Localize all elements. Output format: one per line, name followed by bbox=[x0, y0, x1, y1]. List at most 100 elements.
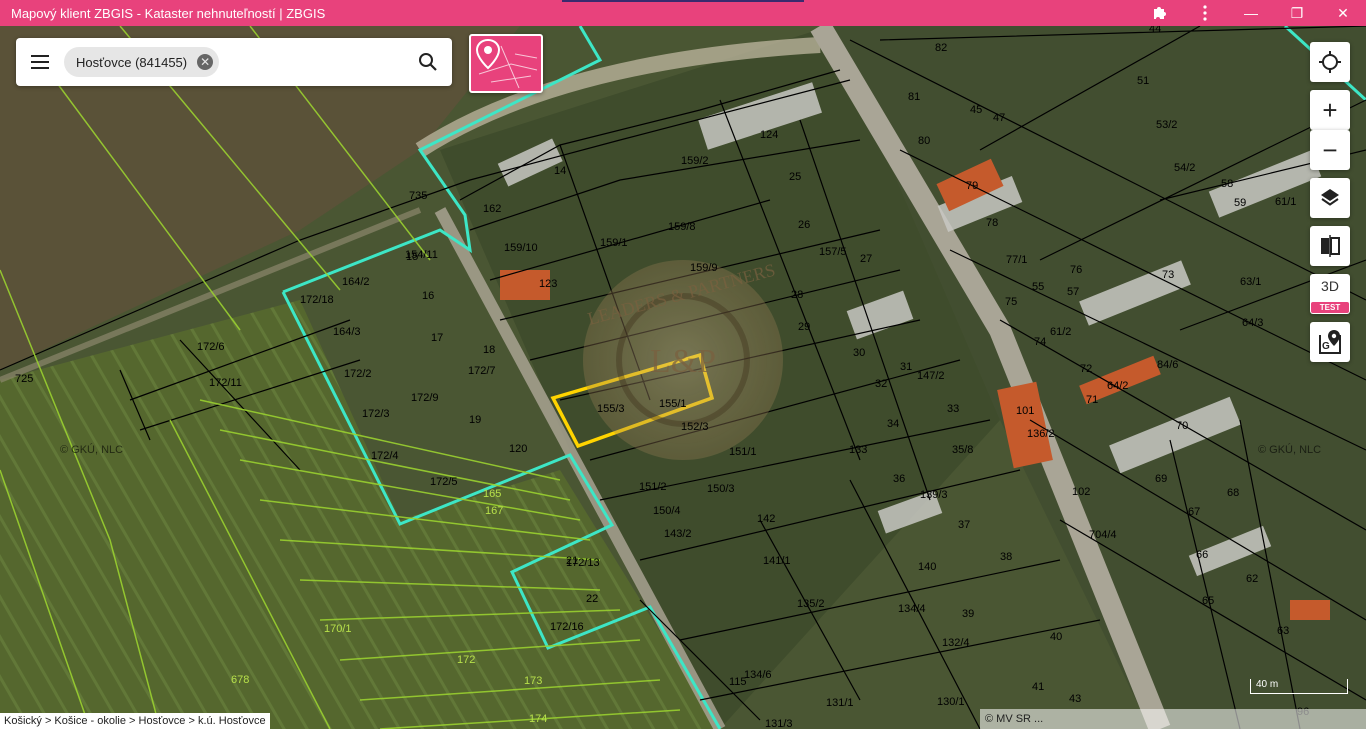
hamburger-icon[interactable] bbox=[16, 38, 64, 86]
parcel-label: 130/1 bbox=[937, 696, 965, 708]
parcel-label: 133 bbox=[849, 444, 867, 456]
parcel-label: 735 bbox=[409, 190, 427, 202]
parcel-label: 14 bbox=[554, 165, 566, 177]
parcel-label: 172/16 bbox=[550, 621, 584, 633]
parcel-label: 39 bbox=[962, 608, 974, 620]
parcel-label: 172/18 bbox=[300, 294, 334, 306]
parcel-label: 67 bbox=[1188, 506, 1200, 518]
attribution-watermark: © GKÚ, NLC bbox=[1258, 443, 1321, 456]
parcel-label: 80 bbox=[918, 135, 930, 147]
parcel-label: 79 bbox=[966, 180, 978, 192]
parcel-label: 123 bbox=[539, 278, 557, 290]
parcel-label: 34 bbox=[887, 418, 899, 430]
test-badge: TEST bbox=[1311, 302, 1349, 313]
parcel-label: 77/1 bbox=[1006, 254, 1027, 266]
parcel-label: 58 bbox=[1221, 178, 1233, 190]
minimize-button[interactable]: — bbox=[1228, 0, 1274, 26]
parcel-label: 30 bbox=[853, 347, 865, 359]
map-svg: L&P LEADERS & PARTNERS 725 735 162 159/1… bbox=[0, 26, 1366, 729]
parcel-label: 61/2 bbox=[1050, 326, 1071, 338]
parcel-label: 136/2 bbox=[1027, 428, 1055, 440]
parcel-label: 45 bbox=[970, 104, 982, 116]
parcel-label: 141/1 bbox=[763, 555, 791, 567]
location-chip[interactable]: Hosťovce (841455) ✕ bbox=[64, 47, 220, 77]
location-chip-label: Hosťovce (841455) bbox=[76, 54, 188, 70]
parcel-label: 150/3 bbox=[707, 483, 735, 495]
parcel-label: 19 bbox=[469, 414, 481, 426]
parcel-label: 17 bbox=[431, 332, 443, 344]
search-icon[interactable] bbox=[414, 48, 442, 76]
parcel-label: 159/10 bbox=[504, 242, 538, 254]
parcel-label: 63/1 bbox=[1240, 276, 1261, 288]
parcel-label: 63 bbox=[1277, 625, 1289, 637]
maximize-button[interactable]: ❐ bbox=[1274, 0, 1320, 26]
parcel-label: 131/3 bbox=[765, 718, 793, 729]
parcel-label: 75 bbox=[1005, 296, 1017, 308]
parcel-label: 151/2 bbox=[639, 481, 667, 493]
parcel-label: 65 bbox=[1202, 595, 1214, 607]
parcel-label: 152/3 bbox=[681, 421, 709, 433]
parcel-label: 164/3 bbox=[333, 326, 361, 338]
scale-bar: 40 m bbox=[1250, 679, 1348, 694]
parcel-label: 172/3 bbox=[362, 408, 390, 420]
attribution-watermark: © GKÚ, NLC bbox=[60, 443, 123, 456]
parcel-label: 132/4 bbox=[942, 637, 970, 649]
parcel-label: 43 bbox=[1069, 693, 1081, 705]
crosshair-icon bbox=[1319, 51, 1341, 73]
parcel-label: 70 bbox=[1176, 420, 1188, 432]
breadcrumb[interactable]: Košický > Košice - okolie > Hosťovce > k… bbox=[0, 713, 270, 729]
parcel-label: 159/8 bbox=[668, 221, 696, 233]
3d-label: 3D bbox=[1321, 278, 1339, 294]
parcel-label: 120 bbox=[509, 443, 527, 455]
parcel-label: 172/9 bbox=[411, 392, 439, 404]
parcel-label: 134/6 bbox=[744, 669, 772, 681]
parcel-label: 71 bbox=[1086, 394, 1098, 406]
parcel-label: 54/2 bbox=[1174, 162, 1195, 174]
parcel-label: 167 bbox=[485, 505, 503, 517]
puzzle-icon[interactable] bbox=[1136, 0, 1182, 26]
parcel-label: 172/6 bbox=[197, 341, 225, 353]
watermark-initials: L&P bbox=[650, 343, 716, 380]
kebab-icon[interactable] bbox=[1182, 0, 1228, 26]
parcel-label: 66 bbox=[1196, 549, 1208, 561]
kataster-button[interactable] bbox=[469, 34, 543, 93]
3d-button[interactable]: 3D TEST bbox=[1310, 274, 1350, 314]
compare-button[interactable] bbox=[1310, 226, 1350, 266]
compare-icon bbox=[1321, 235, 1340, 257]
copyright: © MV SR ... bbox=[980, 709, 1366, 729]
window-titlebar: Mapový klient ZBGIS - Kataster nehnuteľn… bbox=[0, 0, 1366, 26]
parcel-label: 36 bbox=[893, 473, 905, 485]
parcel-label: 76 bbox=[1070, 264, 1082, 276]
parcel-label: 21 bbox=[566, 555, 578, 567]
parcel-label: 33 bbox=[947, 403, 959, 415]
parcel-label: 172 bbox=[457, 654, 475, 666]
parcel-label: 174 bbox=[529, 713, 547, 725]
parcel-label: 101 bbox=[1016, 405, 1034, 417]
parcel-label: 157/5 bbox=[819, 246, 847, 258]
chip-clear-icon[interactable]: ✕ bbox=[197, 54, 214, 70]
parcel-label: 64/3 bbox=[1242, 317, 1263, 329]
parcel-label: 26 bbox=[798, 219, 810, 231]
parcel-label: 725 bbox=[15, 373, 33, 385]
parcel-label: 134/4 bbox=[898, 603, 926, 615]
parcel-label: 172/4 bbox=[371, 450, 399, 462]
parcel-label: 151/1 bbox=[729, 446, 757, 458]
parcel-label: 37 bbox=[958, 519, 970, 531]
parcel-label: 74 bbox=[1034, 336, 1046, 348]
parcel-label: 139/3 bbox=[920, 489, 948, 501]
window-title: Mapový klient ZBGIS - Kataster nehnuteľn… bbox=[11, 5, 326, 21]
parcel-label: 40 bbox=[1050, 631, 1062, 643]
parcel-label: 32 bbox=[875, 378, 887, 390]
parcel-label: 18 bbox=[483, 344, 495, 356]
parcel-label: 172/5 bbox=[430, 476, 458, 488]
locate-button[interactable] bbox=[1310, 42, 1350, 82]
close-button[interactable]: ✕ bbox=[1320, 0, 1366, 26]
map-canvas[interactable]: L&P LEADERS & PARTNERS 725 735 162 159/1… bbox=[0, 26, 1366, 729]
parcel-label: 16 bbox=[422, 290, 434, 302]
zoom-out-button[interactable]: − bbox=[1310, 130, 1350, 170]
parcel-label: 69 bbox=[1155, 473, 1167, 485]
google-maps-button[interactable]: G bbox=[1310, 322, 1350, 362]
layers-button[interactable] bbox=[1310, 178, 1350, 218]
zoom-in-button[interactable]: + bbox=[1310, 90, 1350, 130]
parcel-label: 82 bbox=[935, 42, 947, 54]
